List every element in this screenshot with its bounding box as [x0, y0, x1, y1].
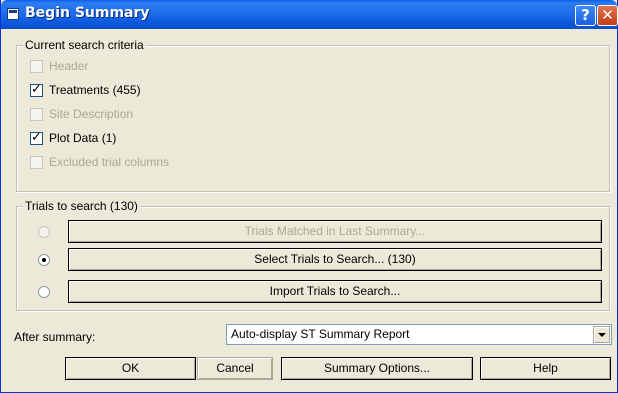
title-bar[interactable]: Begin Summary ? ✕	[1, 0, 618, 29]
after-summary-select[interactable]: Auto-display ST Summary Report	[226, 324, 612, 345]
header-checkbox-row: Header	[30, 58, 88, 74]
window-icon	[7, 8, 19, 20]
search-criteria-group: Current search criteria Header ✓ Treatme…	[16, 38, 610, 192]
site-description-checkbox-label: Site Description	[49, 107, 134, 121]
cancel-button[interactable]: Cancel	[197, 357, 273, 380]
select-trials-radio[interactable]	[38, 254, 50, 266]
plot-data-checkbox-row[interactable]: ✓ Plot Data (1)	[30, 130, 116, 146]
help-button[interactable]: Help	[480, 357, 611, 380]
checkmark-icon: ✓	[31, 81, 42, 97]
begin-summary-dialog: Begin Summary ? ✕ Current search criteri…	[0, 0, 618, 393]
trials-to-search-legend: Trials to search (130)	[23, 199, 140, 213]
header-checkbox	[30, 59, 43, 73]
trials-to-search-group: Trials to search (130) Trials Matched in…	[16, 199, 610, 311]
help-icon[interactable]: ?	[575, 5, 596, 26]
after-summary-value: Auto-display ST Summary Report	[231, 327, 410, 341]
window-title: Begin Summary	[25, 5, 150, 21]
excluded-columns-checkbox-label: Excluded trial columns	[49, 155, 170, 169]
trials-matched-radio	[38, 226, 50, 238]
treatments-checkbox-row[interactable]: ✓ Treatments (455)	[30, 82, 141, 98]
close-icon[interactable]: ✕	[597, 5, 618, 26]
select-trials-button[interactable]: Select Trials to Search... (130)	[68, 248, 602, 271]
after-summary-label: After summary:	[14, 330, 96, 344]
chevron-down-icon[interactable]	[593, 326, 610, 343]
plot-data-checkbox-label[interactable]: Plot Data (1)	[49, 131, 116, 145]
header-checkbox-label: Header	[49, 59, 89, 73]
search-criteria-legend: Current search criteria	[23, 38, 146, 52]
excluded-columns-checkbox	[30, 155, 43, 169]
treatments-checkbox[interactable]: ✓	[30, 81, 43, 97]
import-trials-button[interactable]: Import Trials to Search...	[68, 280, 602, 303]
checkmark-icon: ✓	[31, 129, 42, 145]
import-trials-radio[interactable]	[38, 286, 50, 298]
ok-button[interactable]: OK	[65, 357, 196, 380]
site-description-checkbox-row: Site Description	[30, 106, 133, 122]
excluded-columns-checkbox-row: Excluded trial columns	[30, 154, 169, 170]
summary-options-button[interactable]: Summary Options...	[281, 357, 473, 380]
treatments-checkbox-label[interactable]: Treatments (455)	[49, 83, 141, 97]
trials-matched-button: Trials Matched in Last Summary...	[68, 220, 602, 243]
site-description-checkbox	[30, 107, 43, 121]
plot-data-checkbox[interactable]: ✓	[30, 129, 43, 145]
